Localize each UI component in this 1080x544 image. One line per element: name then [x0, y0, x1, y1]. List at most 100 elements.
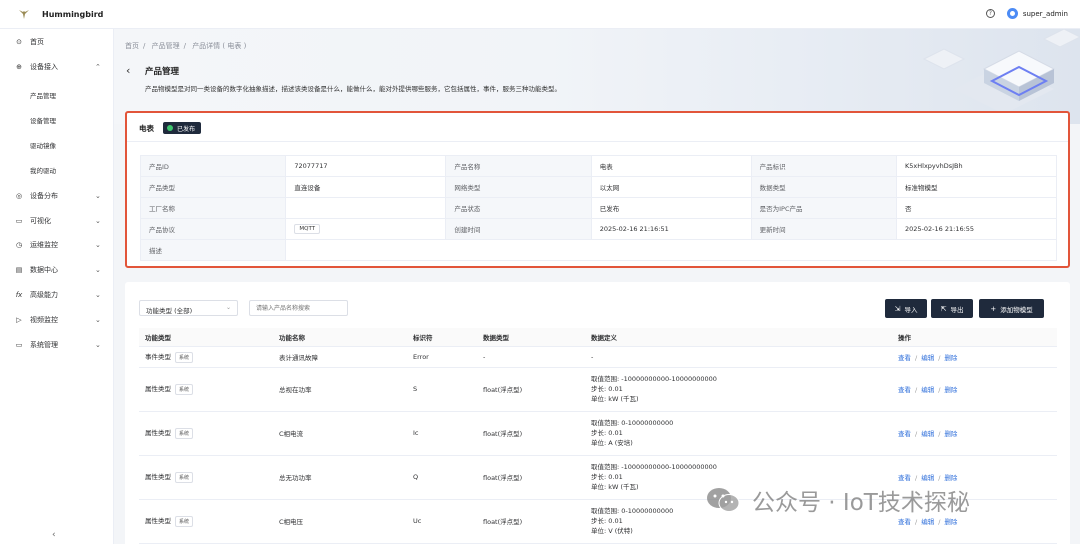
back-arrow-icon[interactable]: ‹	[126, 64, 130, 77]
cell-function-name: 总无功功率	[273, 455, 407, 500]
edit-link[interactable]: 编辑	[921, 474, 934, 482]
edit-link[interactable]: 编辑	[921, 518, 934, 526]
view-link[interactable]: 查看	[898, 430, 911, 438]
delete-link[interactable]: 删除	[944, 474, 957, 482]
home-icon: ⊙	[16, 38, 22, 46]
field-value-protocol: MQTT	[285, 218, 447, 240]
cell-function-name: 总视在功率	[273, 367, 407, 412]
field-value-product-state: 已发布	[590, 197, 752, 219]
sidebar-item-home[interactable]: ⊙ 首页	[0, 35, 114, 49]
page-header: 首页 / 产品管理 / 产品详情 ( 电表 ) ‹ 产品管理 产品物模型是对同一类设…	[114, 29, 1080, 124]
edit-link[interactable]: 编辑	[921, 354, 934, 362]
function-type-text: 属性类型	[145, 473, 171, 481]
delete-link[interactable]: 删除	[944, 386, 957, 394]
chevron-down-icon: ⌄	[95, 266, 101, 274]
cell-data-definition: 取值范围: 0-10000000000 步长: 0.01 单位: A (安培)	[585, 411, 892, 456]
definition-line: 步长: 0.01	[591, 385, 623, 393]
field-value-product-id: 72077717	[285, 155, 447, 177]
location-icon: ◎	[15, 192, 23, 200]
cell-function-type: 事件类型 系统	[139, 346, 273, 368]
username[interactable]: super_admin	[1023, 10, 1068, 18]
sidebar-item-device-distribution[interactable]: ◎ 设备分布 ⌄	[0, 189, 114, 203]
sidebar: ⊙ 首页 ⊕ 设备接入 ⌃ 产品管理 设备管理 驱动镜像 我的驱动 ◎ 设备分布…	[0, 29, 114, 544]
clock-icon: ◷	[15, 241, 23, 249]
cell-identifier: Q	[407, 455, 477, 500]
breadcrumb-product-management[interactable]: 产品管理	[152, 42, 180, 50]
column-header: 操作	[892, 328, 1057, 347]
edit-link[interactable]: 编辑	[921, 386, 934, 394]
system-tag: 系统	[175, 516, 194, 527]
sidebar-subitem-device-management[interactable]: 设备管理	[0, 112, 114, 126]
field-label: 是否为IPC产品	[750, 197, 898, 219]
breadcrumb-current: 产品详情 ( 电表 )	[192, 42, 247, 50]
view-link[interactable]: 查看	[898, 386, 911, 394]
column-header: 数据定义	[585, 328, 892, 347]
sidebar-subitem-product-management[interactable]: 产品管理	[0, 87, 114, 101]
field-label: 产品状态	[445, 197, 592, 219]
field-value-created-time: 2025-02-16 21:16:51	[590, 218, 752, 240]
cell-actions: 查看 / 编辑 / 删除	[892, 346, 1057, 368]
sidebar-item-label: 数据中心	[30, 266, 58, 274]
field-label: 工厂名称	[139, 197, 287, 219]
function-type-text: 事件类型	[145, 352, 171, 361]
function-type-select[interactable]: 功能类型 (全部) ⌄	[139, 300, 238, 316]
cell-function-name: C相电压	[273, 499, 407, 544]
sidebar-subitem-my-drivers[interactable]: 我的驱动	[0, 162, 114, 176]
sidebar-item-data-center[interactable]: ▤ 数据中心 ⌄	[0, 263, 114, 277]
import-icon: ⇲	[894, 304, 901, 313]
sidebar-item-advanced[interactable]: fx 高级能力 ⌄	[0, 288, 114, 302]
field-label: 创建时间	[445, 218, 592, 240]
delete-link[interactable]: 删除	[944, 518, 957, 526]
delete-link[interactable]: 删除	[944, 430, 957, 438]
sidebar-item-device-access[interactable]: ⊕ 设备接入 ⌃	[0, 60, 114, 74]
sidebar-item-ops-monitor[interactable]: ◷ 运维监控 ⌄	[0, 238, 114, 252]
cell-data-definition: -	[585, 346, 892, 368]
view-link[interactable]: 查看	[898, 354, 911, 362]
field-value-network-type: 以太网	[590, 176, 752, 198]
field-value-product-type: 直连设备	[285, 176, 447, 198]
chevron-left-icon[interactable]: ‹	[52, 530, 56, 540]
product-name-heading: 电表	[139, 123, 154, 133]
cell-data-type: float(浮点型)	[477, 367, 585, 412]
system-tag: 系统	[175, 428, 194, 439]
video-icon: ▷	[16, 316, 22, 324]
chevron-down-icon: ⌄	[95, 341, 101, 349]
export-button[interactable]: ⇱ 导出	[931, 299, 973, 318]
globe-icon: ⊕	[16, 63, 22, 71]
sidebar-item-visualization[interactable]: ▭ 可视化 ⌄	[0, 214, 114, 228]
breadcrumb-home[interactable]: 首页	[125, 42, 139, 50]
chevron-down-icon: ⌄	[95, 217, 101, 225]
cell-data-type: float(浮点型)	[477, 411, 585, 456]
edit-link[interactable]: 编辑	[921, 430, 934, 438]
sidebar-item-system[interactable]: ▭ 系统管理 ⌄	[0, 338, 114, 352]
system-tag: 系统	[175, 472, 194, 483]
view-link[interactable]: 查看	[898, 518, 911, 526]
sidebar-subitem-driver-image[interactable]: 驱动镜像	[0, 137, 114, 151]
field-label: 产品类型	[139, 176, 287, 198]
sidebar-subitem-label: 我的驱动	[30, 167, 56, 175]
table-row: 事件类型 系统 表计通讯故障 Error - - 查看 / 编辑 / 删除	[139, 346, 1057, 368]
delete-link[interactable]: 删除	[944, 354, 957, 362]
column-header: 数据类型	[477, 328, 585, 347]
column-header: 功能名称	[273, 328, 407, 347]
view-link[interactable]: 查看	[898, 474, 911, 482]
cell-data-definition: 取值范围: -10000000000-10000000000 步长: 0.01 …	[585, 367, 892, 412]
definition-line: 单位: kW (千瓦)	[591, 395, 639, 403]
column-header: 标识符	[407, 328, 477, 347]
search-input[interactable]	[249, 300, 348, 316]
function-type-text: 属性类型	[145, 385, 171, 393]
field-label: 网络类型	[445, 176, 592, 198]
sidebar-item-label: 首页	[30, 38, 44, 46]
add-thing-model-button[interactable]: + 添加物模型	[979, 299, 1044, 318]
definition-line: 步长: 0.01	[591, 429, 623, 437]
avatar[interactable]	[1006, 8, 1018, 19]
field-label: 产品协议	[139, 218, 287, 240]
select-value: 功能类型 (全部)	[146, 307, 193, 315]
import-button[interactable]: ⇲ 导入	[885, 299, 927, 318]
field-value-product-name: 电表	[590, 155, 752, 177]
sidebar-item-video[interactable]: ▷ 视频监控 ⌄	[0, 313, 114, 327]
app-logo[interactable]: Hummingbird	[18, 8, 103, 20]
cell-identifier: Ic	[407, 411, 477, 456]
question-circle-icon[interactable]: ?	[985, 9, 995, 18]
definition-line: 步长: 0.01	[591, 473, 623, 481]
